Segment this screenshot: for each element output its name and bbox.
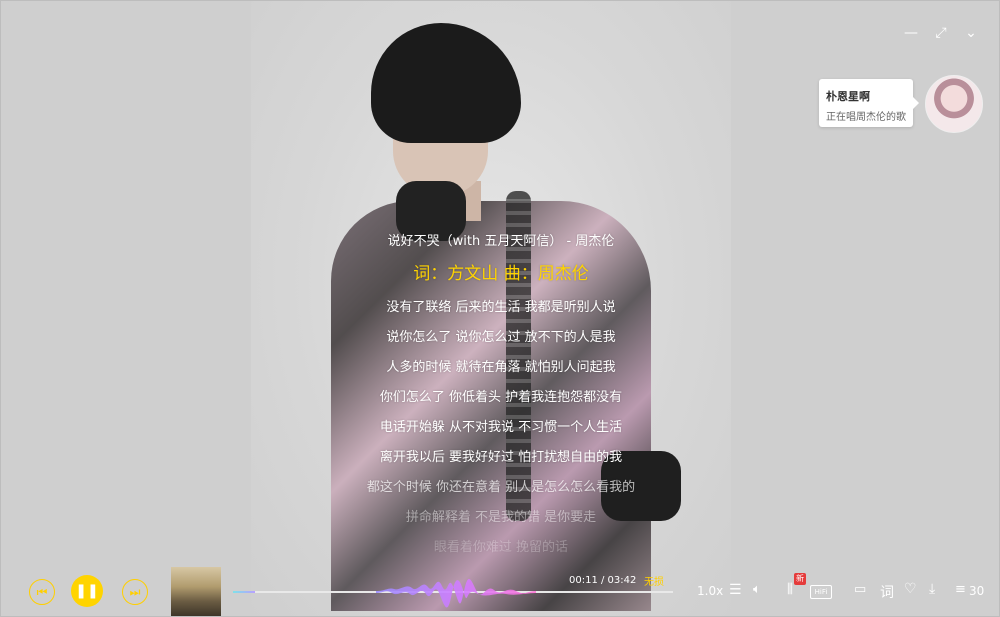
pause-button[interactable]: ❚❚ bbox=[71, 575, 103, 607]
hifi-button[interactable]: HiFi bbox=[810, 585, 832, 599]
volume-icon[interactable]: 🔈︎ bbox=[753, 582, 761, 597]
download-icon[interactable]: ⤓ bbox=[929, 581, 935, 597]
audio-waveform bbox=[376, 578, 536, 608]
lyric-song-title: 说好不哭（with 五月天阿信） - 周杰伦 bbox=[387, 234, 615, 249]
lyric-line: 说你怎么了 说你怎么过 放不下的人是我 bbox=[386, 330, 616, 345]
lyric-line: 拼命解释着 不是我的错 是你要走 bbox=[405, 510, 597, 525]
previous-track-button[interactable]: ⏮ bbox=[29, 579, 55, 605]
share-status: 正在唱周杰伦的歌 bbox=[826, 112, 906, 123]
play-mode-icon[interactable]: ☰ bbox=[729, 582, 742, 598]
avatar[interactable] bbox=[925, 75, 983, 133]
music-player-window: — ⤢ ⌄ 朴恩星啊 正在唱周杰伦的歌 说好不哭（with 五月天阿信） - 周… bbox=[0, 0, 1000, 617]
progress-fill bbox=[233, 591, 255, 593]
lyrics-panel: 说好不哭（with 五月天阿信） - 周杰伦 词：方文山 曲：周杰伦 没有了联络… bbox=[251, 227, 751, 563]
next-track-button[interactable]: ⏭ bbox=[122, 579, 148, 605]
lyric-line: 你们怎么了 你低着头 护着我连抱怨都没有 bbox=[379, 390, 623, 405]
lyrics-toggle-button[interactable]: 词 bbox=[880, 582, 894, 602]
share-user-name: 朴恩星啊 bbox=[826, 90, 870, 103]
album-cover[interactable] bbox=[171, 567, 221, 616]
listening-together-bubble[interactable]: 朴恩星啊 正在唱周杰伦的歌 bbox=[819, 79, 919, 127]
playlist-count: 30 bbox=[969, 584, 985, 598]
equalizer-icon[interactable]: ⫼ bbox=[787, 582, 793, 597]
playback-time: 00:11 / 03:42 bbox=[569, 575, 637, 586]
lyric-line: 离开我以后 要我好好过 怕打扰想自由的我 bbox=[379, 450, 623, 465]
skip-next-icon: ⏭ bbox=[129, 584, 141, 599]
minimize-icon[interactable]: — bbox=[903, 25, 919, 41]
lyric-line: 没有了联络 后来的生活 我都是听别人说 bbox=[386, 300, 616, 315]
playback-speed-button[interactable]: 1.0x bbox=[697, 584, 723, 598]
new-badge: 新 bbox=[794, 573, 806, 585]
window-controls: — ⤢ ⌄ bbox=[903, 25, 979, 41]
fullscreen-icon[interactable]: ⤢ bbox=[933, 25, 949, 41]
pause-icon: ❚❚ bbox=[75, 583, 99, 599]
lyric-line: 眼看着你难过 挽留的话 bbox=[433, 540, 569, 555]
quality-badge[interactable]: 无损 bbox=[644, 573, 664, 588]
lyric-active-line: 词：方文山 曲：周杰伦 bbox=[413, 264, 589, 284]
skip-previous-icon: ⏮ bbox=[36, 584, 48, 599]
chevron-down-icon[interactable]: ⌄ bbox=[963, 25, 979, 41]
lyric-line: 都这个时候 你还在意着 别人是怎么怎么看我的 bbox=[366, 480, 636, 495]
comment-icon[interactable]: ▭ bbox=[854, 582, 866, 597]
lyric-line: 电话开始躲 从不对我说 不习惯一个人生活 bbox=[379, 420, 623, 435]
lyric-line: 人多的时候 就待在角落 就怕别人问起我 bbox=[386, 360, 616, 375]
heart-icon[interactable]: ♡ bbox=[904, 581, 917, 597]
playlist-icon[interactable]: ≡ bbox=[955, 582, 966, 597]
